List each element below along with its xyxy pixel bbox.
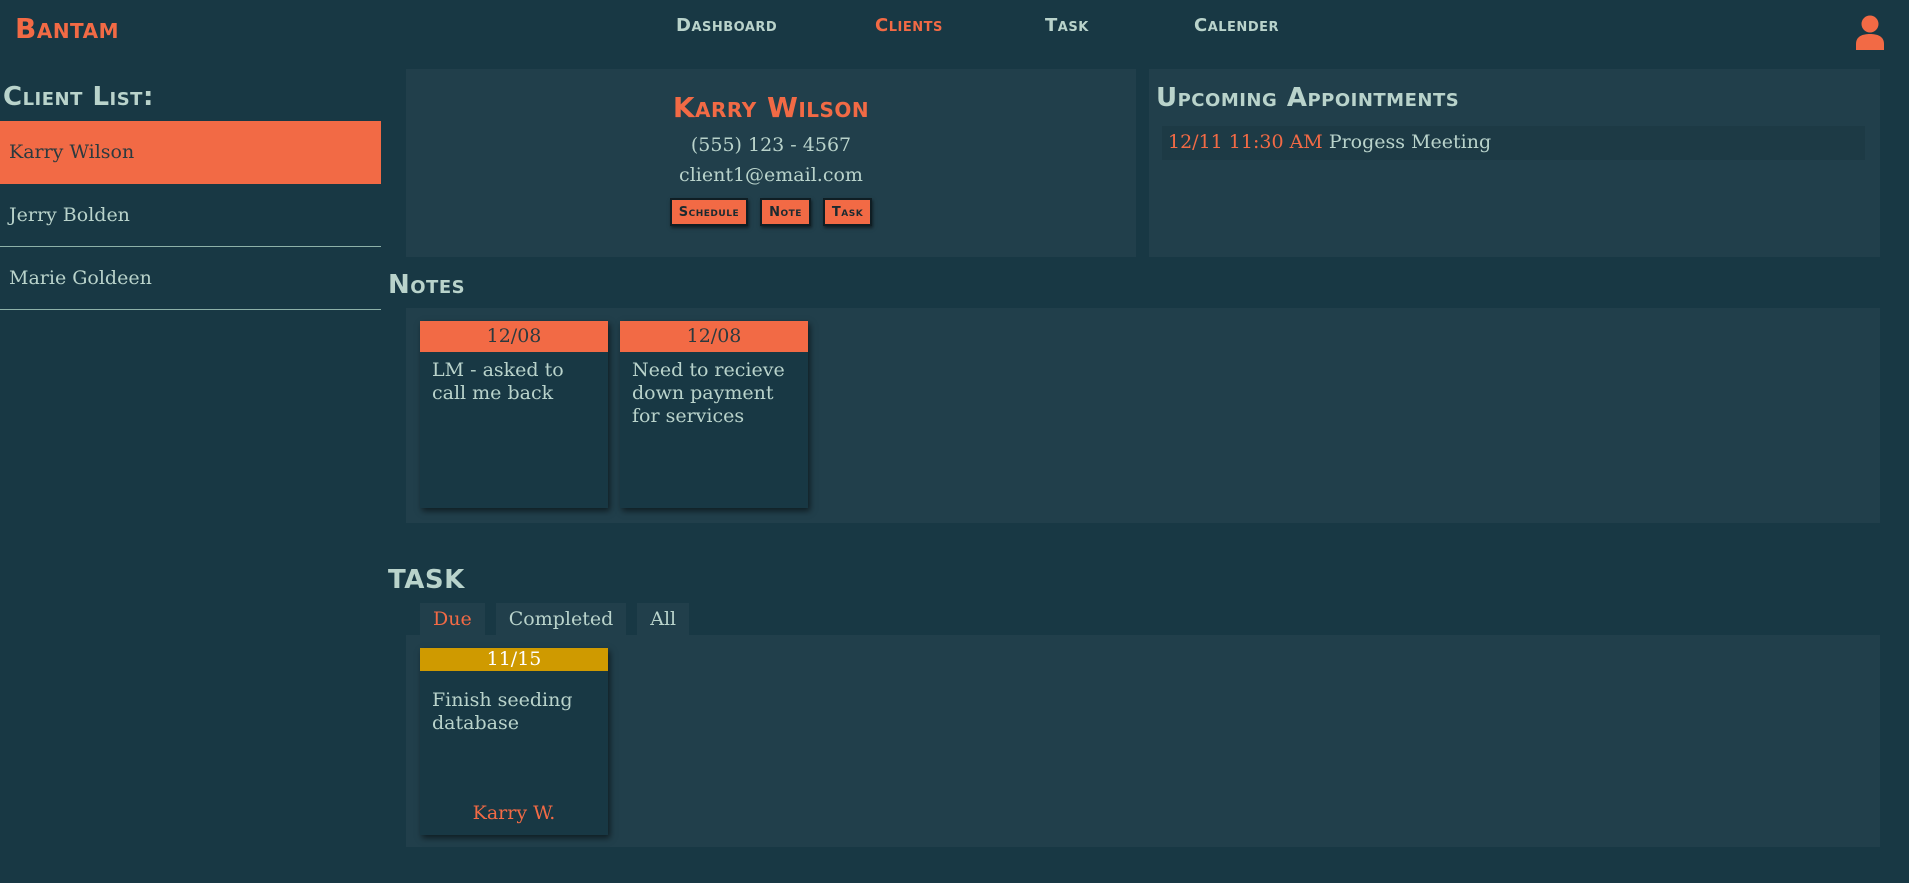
tab-all[interactable]: All <box>637 603 690 635</box>
note-card[interactable]: 12/08 LM - asked to call me back <box>420 321 608 508</box>
client-list: Karry Wilson Jerry Bolden Marie Goldeen <box>0 121 381 310</box>
note-button[interactable]: Note <box>760 198 811 226</box>
appointment-item[interactable]: 12/11 11:30 AM Progess Meeting <box>1162 126 1865 160</box>
user-icon[interactable] <box>1855 14 1885 50</box>
client-list-title: Client List: <box>3 82 154 112</box>
task-button[interactable]: Task <box>822 198 873 226</box>
note-date: 12/08 <box>620 321 808 352</box>
schedule-button[interactable]: Schedule <box>669 198 749 226</box>
client-item[interactable]: Jerry Bolden <box>0 184 381 247</box>
appointments-panel: Upcoming Appointments 12/11 11:30 AM Pro… <box>1149 69 1880 257</box>
nav-dashboard[interactable]: Dashboard <box>676 15 777 36</box>
note-text: LM - asked to call me back <box>432 359 564 404</box>
tab-due[interactable]: Due <box>420 603 485 635</box>
client-profile-panel: Karry Wilson (555) 123 - 4567 client1@em… <box>406 69 1136 257</box>
brand-logo[interactable]: Bantam <box>15 12 119 45</box>
top-nav: Bantam Dashboard Clients Task Calender <box>0 0 1909 56</box>
nav-clients[interactable]: Clients <box>875 15 943 36</box>
task-panel: 11/15 Finish seeding database Karry W. <box>406 635 1880 847</box>
notes-panel: 12/08 LM - asked to call me back 12/08 N… <box>406 308 1880 523</box>
task-card[interactable]: 11/15 Finish seeding database Karry W. <box>420 648 608 835</box>
task-due-date: 11/15 <box>420 648 608 671</box>
appointment-label: Progess Meeting <box>1328 131 1492 153</box>
appointments-title: Upcoming Appointments <box>1156 83 1460 113</box>
task-assignee: Karry W. <box>472 802 556 824</box>
task-text: Finish seeding database <box>432 689 573 734</box>
notes-title: Notes <box>388 270 466 300</box>
note-date: 12/08 <box>420 321 608 352</box>
client-item[interactable]: Karry Wilson <box>0 121 381 184</box>
note-text: Need to recieve down payment for service… <box>632 359 785 427</box>
client-item[interactable]: Marie Goldeen <box>0 247 381 310</box>
client-email: client1@email.com <box>679 164 863 186</box>
task-title: TASK <box>388 565 465 595</box>
client-phone: (555) 123 - 4567 <box>690 134 852 156</box>
client-name: Karry Wilson <box>672 91 870 124</box>
appointment-time: 12/11 11:30 AM <box>1168 131 1323 153</box>
nav-task[interactable]: Task <box>1045 15 1089 36</box>
tab-completed[interactable]: Completed <box>495 603 627 635</box>
task-tabs: Due Completed All <box>420 603 690 635</box>
note-card[interactable]: 12/08 Need to recieve down payment for s… <box>620 321 808 508</box>
nav-calender[interactable]: Calender <box>1194 15 1279 36</box>
profile-actions: Schedule Note Task <box>406 198 1136 226</box>
